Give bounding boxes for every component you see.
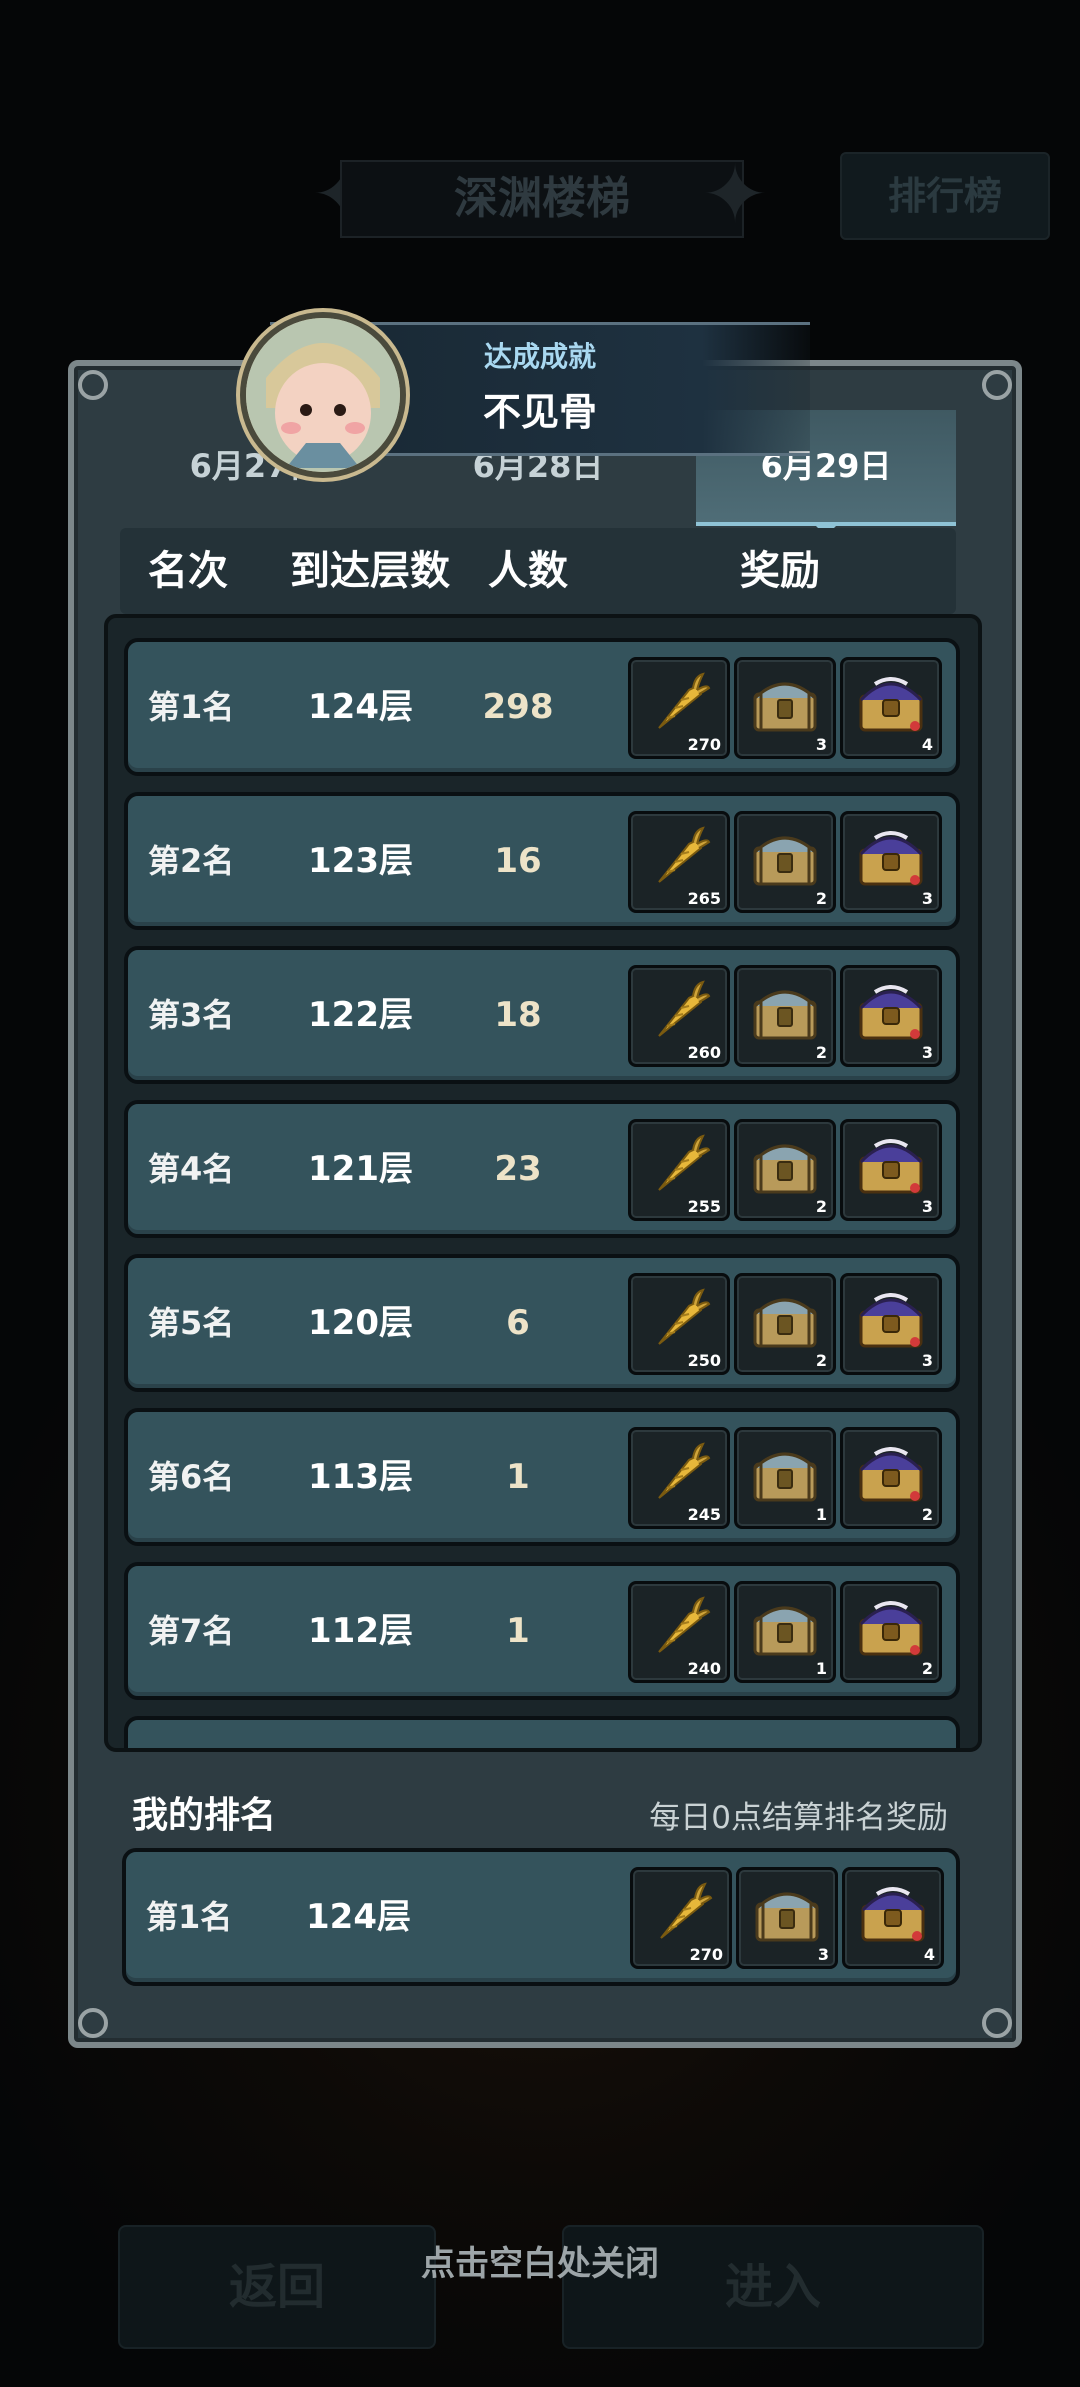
reward-quantity: 1 — [815, 1659, 827, 1678]
table-row: 第4名 121层 23 255 2 3 — [124, 1100, 960, 1238]
reward-item[interactable]: 2 — [734, 1273, 836, 1375]
table-row: 第5名 120层 6 250 2 3 — [124, 1254, 960, 1392]
reward-item[interactable]: 2 — [840, 1427, 942, 1529]
reward-quantity: 3 — [921, 1043, 933, 1062]
reward-item[interactable]: 240 — [628, 1581, 730, 1683]
my-rank-label: 我的排名 — [132, 1795, 277, 1836]
reward-quantity: 2 — [921, 1505, 933, 1524]
reward-item[interactable]: 3 — [840, 1273, 942, 1375]
table-row: 第1名 124层 298 270 3 4 — [124, 638, 960, 776]
column-floor: 到达层数 — [290, 548, 450, 594]
reward-item[interactable]: 260 — [628, 965, 730, 1067]
player-count: 16 — [494, 841, 542, 881]
table-header: 名次 到达层数 人数 奖励 — [120, 528, 956, 614]
reward-item[interactable]: 270 — [630, 1867, 732, 1969]
reward-item[interactable]: 3 — [840, 811, 942, 913]
reward-item[interactable]: 245 — [628, 1427, 730, 1529]
reward-quantity: 3 — [921, 1351, 933, 1370]
reward-quantity: 245 — [687, 1505, 721, 1524]
reward-item[interactable]: 4 — [840, 657, 942, 759]
reward-quantity: 3 — [921, 1197, 933, 1216]
floor-reached: 120层 — [308, 1303, 413, 1343]
column-count: 人数 — [488, 548, 568, 594]
reward-quantity: 270 — [689, 1945, 723, 1964]
reward-item[interactable]: 1 — [734, 1581, 836, 1683]
rank-label: 第7名 — [148, 1612, 235, 1650]
floor-reached: 112层 — [308, 1611, 413, 1651]
column-rank: 名次 — [148, 548, 228, 594]
player-count: 6 — [506, 1303, 530, 1343]
reward-item[interactable]: 3 — [736, 1867, 838, 1969]
reward-quantity: 260 — [687, 1043, 721, 1062]
reward-quantity: 2 — [921, 1659, 933, 1678]
reward-quantity: 265 — [687, 889, 721, 908]
rank-label: 第6名 — [148, 1458, 235, 1496]
reward-quantity: 2 — [815, 1351, 827, 1370]
reward-quantity: 270 — [687, 735, 721, 754]
reward-item[interactable]: 255 — [628, 1119, 730, 1221]
title-ornament-right: ✦ — [701, 148, 769, 241]
reward-quantity: 3 — [817, 1945, 829, 1964]
reward-quantity: 2 — [815, 1197, 827, 1216]
leaderboard-button[interactable]: 排行榜 — [840, 152, 1050, 240]
table-row: 第7名 112层 1 240 1 2 — [124, 1562, 960, 1700]
page-title: 深渊楼梯 — [340, 160, 744, 238]
my-rank-row: 第1名 124层 270 3 4 — [122, 1848, 960, 1986]
reward-item[interactable]: 1 — [734, 1427, 836, 1529]
panel-corner — [78, 2008, 108, 2038]
reward-item[interactable]: 2 — [734, 1119, 836, 1221]
rank-label: 第5名 — [148, 1304, 235, 1342]
rank-label: 第3名 — [148, 996, 235, 1034]
reward-quantity: 1 — [815, 1505, 827, 1524]
character-portrait-icon — [246, 318, 400, 472]
column-reward: 奖励 — [740, 548, 820, 594]
floor-reached: 122层 — [308, 995, 413, 1035]
reward-item[interactable]: 4 — [842, 1867, 944, 1969]
reward-item[interactable]: 3 — [734, 657, 836, 759]
reward-quantity: 4 — [923, 1945, 935, 1964]
settlement-note: 每日0点结算排名奖励 — [649, 1800, 948, 1836]
reward-quantity: 3 — [921, 889, 933, 908]
reward-item[interactable]: 250 — [628, 1273, 730, 1375]
reward-item[interactable]: 265 — [628, 811, 730, 913]
reward-quantity: 4 — [921, 735, 933, 754]
player-count: 1 — [506, 1611, 530, 1651]
rank-label: 第2名 — [148, 842, 235, 880]
reward-item[interactable]: 270 — [628, 657, 730, 759]
floor-reached: 113层 — [308, 1457, 413, 1497]
floor-reached: 124层 — [308, 687, 413, 727]
rank-label: 第1名 — [148, 688, 235, 726]
floor-reached: 123层 — [308, 841, 413, 881]
reward-item[interactable]: 3 — [840, 965, 942, 1067]
player-count: 18 — [494, 995, 542, 1035]
ranking-list[interactable]: 第1名 124层 298 270 3 4 第2名 123层 16 265 2 3 第3名 122层 18 26… — [104, 614, 982, 1752]
floor-reached: 124层 — [306, 1897, 411, 1937]
player-count: 1 — [506, 1457, 530, 1497]
reward-quantity: 3 — [815, 735, 827, 754]
panel-corner — [982, 2008, 1012, 2038]
panel-corner — [78, 370, 108, 400]
reward-quantity: 250 — [687, 1351, 721, 1370]
table-row: 第3名 122层 18 260 2 3 — [124, 946, 960, 1084]
reward-item[interactable]: 2 — [840, 1581, 942, 1683]
player-count: 298 — [482, 687, 554, 727]
player-count: 23 — [494, 1149, 542, 1189]
character-avatar — [240, 312, 406, 478]
reward-quantity: 2 — [815, 1043, 827, 1062]
reward-item[interactable]: 3 — [840, 1119, 942, 1221]
reward-quantity: 2 — [815, 889, 827, 908]
table-row: 第2名 123层 16 265 2 3 — [124, 792, 960, 930]
table-row-partial — [124, 1716, 960, 1748]
table-row: 第6名 113层 1 245 1 2 — [124, 1408, 960, 1546]
panel-corner — [982, 370, 1012, 400]
reward-item[interactable]: 2 — [734, 811, 836, 913]
tap-to-close-hint[interactable]: 点击空白处关闭 — [0, 2236, 1080, 2285]
floor-reached: 121层 — [308, 1149, 413, 1189]
reward-quantity: 240 — [687, 1659, 721, 1678]
reward-quantity: 255 — [687, 1197, 721, 1216]
rank-label: 第1名 — [146, 1898, 233, 1936]
rank-label: 第4名 — [148, 1150, 235, 1188]
reward-item[interactable]: 2 — [734, 965, 836, 1067]
